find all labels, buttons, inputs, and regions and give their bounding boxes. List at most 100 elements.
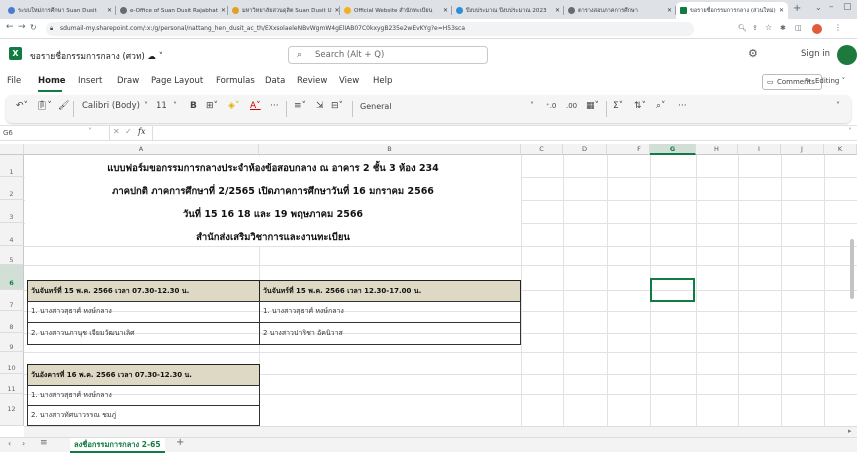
row-header[interactable]: 3: [0, 200, 24, 223]
column-header-f[interactable]: F: [629, 144, 650, 155]
font-name-select[interactable]: Calibri (Body): [82, 101, 140, 111]
tab-draw[interactable]: Draw: [117, 76, 139, 86]
column-header-c[interactable]: C: [521, 144, 563, 155]
new-tab-button[interactable]: +: [793, 3, 801, 14]
close-icon[interactable]: ✕: [552, 7, 560, 14]
sidebar-icon[interactable]: ◫: [795, 24, 802, 32]
search-input[interactable]: ⌕ Search (Alt + Q): [288, 46, 488, 64]
browser-tab[interactable]: e-Office of Suan Dusit Rajabhat ✕: [116, 2, 228, 19]
wrap-text-icon[interactable]: ⇲: [316, 101, 324, 111]
tab-page-layout[interactable]: Page Layout: [151, 76, 203, 86]
minimize-icon[interactable]: –: [829, 2, 834, 12]
editing-mode-button[interactable]: ✎ Editing ˅: [803, 74, 851, 90]
zoom-icon[interactable]: 🔍︎: [738, 24, 747, 32]
decrease-decimal-icon[interactable]: ⁺.0: [546, 102, 556, 110]
borders-icon[interactable]: ⊞˅: [206, 101, 218, 111]
chevron-down-icon[interactable]: ˅: [173, 101, 177, 110]
tab-review[interactable]: Review: [297, 76, 327, 86]
row-header[interactable]: 5: [0, 246, 24, 265]
restore-icon[interactable]: ▢: [843, 2, 852, 12]
font-size-select[interactable]: 11: [156, 101, 167, 111]
selected-cell[interactable]: [650, 278, 695, 302]
close-icon[interactable]: ✕: [218, 7, 226, 14]
cancel-icon[interactable]: ✕: [113, 127, 120, 136]
tab-insert[interactable]: Insert: [78, 76, 102, 86]
row-header[interactable]: 8: [0, 311, 24, 333]
column-header-b[interactable]: B: [259, 144, 521, 155]
url-input[interactable]: 🔒︎ sdumail-my.sharepoint.com/:x:/g/perso…: [46, 22, 694, 36]
tab-help[interactable]: Help: [373, 76, 392, 86]
row-header[interactable]: 4: [0, 223, 24, 246]
close-icon[interactable]: ✕: [440, 7, 448, 14]
sheet-tab[interactable]: ลงชื่อกรรมการกลาง 2-65: [70, 438, 165, 453]
find-icon[interactable]: ⌕˅: [656, 101, 666, 111]
all-sheets-icon[interactable]: ≡: [40, 438, 48, 448]
row-header-selected[interactable]: 6: [0, 265, 24, 290]
chevron-down-icon[interactable]: ˅: [530, 101, 534, 110]
autosum-icon[interactable]: Σ˅: [613, 101, 623, 111]
tab-data[interactable]: Data: [265, 76, 285, 86]
row-header[interactable]: 12: [0, 394, 24, 426]
name-box[interactable]: G6: [0, 126, 110, 140]
column-header-j[interactable]: J: [781, 144, 824, 155]
row-header[interactable]: 2: [0, 177, 24, 200]
font-color-icon[interactable]: A˅: [250, 101, 261, 111]
fill-color-icon[interactable]: ◈˅: [228, 101, 239, 111]
chevron-down-icon[interactable]: ˅: [144, 101, 148, 110]
spreadsheet-grid[interactable]: A B C D E F G H I J K 1 2 3 4 5 6 7 8 9 …: [0, 144, 857, 437]
tab-view[interactable]: View: [339, 76, 359, 86]
gear-icon[interactable]: ⚙: [748, 47, 758, 60]
close-icon[interactable]: ✕: [104, 7, 112, 14]
horizontal-scrollbar[interactable]: [24, 426, 857, 437]
chevron-down-icon[interactable]: ˅: [848, 127, 852, 136]
browser-tab[interactable]: Official Website สำนักทะเบียน ✕: [340, 2, 452, 19]
share-icon[interactable]: ⇪: [752, 24, 758, 32]
reload-icon[interactable]: ↻: [30, 23, 37, 32]
bold-button[interactable]: B: [190, 101, 197, 111]
number-format-select[interactable]: General: [360, 102, 392, 111]
row-header[interactable]: 11: [0, 374, 24, 394]
select-all-corner[interactable]: [0, 144, 24, 155]
chevron-down-icon[interactable]: ˅: [836, 101, 840, 110]
column-header-a[interactable]: A: [24, 144, 259, 155]
tab-home[interactable]: Home: [38, 76, 66, 86]
more-icon[interactable]: ···: [678, 101, 687, 111]
row-header[interactable]: 7: [0, 290, 24, 311]
row-header[interactable]: 9: [0, 333, 24, 352]
column-header-i[interactable]: I: [738, 144, 781, 155]
extensions-icon[interactable]: ✱: [780, 24, 786, 32]
browser-tab[interactable]: ระบบใหม่การศึกษา Suan Dusit ✕: [4, 2, 116, 19]
profile-icon[interactable]: [812, 24, 822, 34]
paste-icon[interactable]: 📋︎˅: [36, 101, 52, 111]
align-icon[interactable]: ≡˅: [294, 101, 306, 111]
browser-tab[interactable]: ปีงบประมาณ ปีงบประมาณ 2023 ✕: [452, 2, 564, 19]
back-icon[interactable]: ←: [6, 22, 14, 32]
undo-icon[interactable]: ↶˅: [16, 101, 28, 111]
document-title[interactable]: ขอรายชื่อกรรมการกลาง (ศวท) ☁ ˅: [30, 49, 163, 63]
browser-tab[interactable]: มหาวิทยาลัยสวนดุสิต Suan Dusit U ✕: [228, 2, 340, 19]
increase-decimal-icon[interactable]: .00: [566, 102, 577, 110]
add-sheet-button[interactable]: +: [176, 437, 184, 448]
scroll-right-icon[interactable]: ▸: [848, 427, 852, 435]
tab-file[interactable]: File: [7, 76, 21, 86]
tab-formulas[interactable]: Formulas: [216, 76, 255, 86]
bookmark-star-icon[interactable]: ☆: [765, 23, 772, 32]
browser-tab[interactable]: ตารางสอบภาคการศึกษา ✕: [564, 2, 676, 19]
format-painter-icon[interactable]: 🖌︎: [58, 101, 69, 111]
menu-dots-icon[interactable]: ⋮: [834, 23, 842, 32]
fx-icon[interactable]: fx: [138, 127, 145, 136]
more-icon[interactable]: ···: [270, 101, 279, 111]
merge-icon[interactable]: ⊟˅: [331, 101, 343, 111]
close-icon[interactable]: ✕: [776, 7, 784, 14]
chevron-down-icon[interactable]: ˅: [88, 127, 92, 136]
next-sheet-icon[interactable]: ›: [22, 439, 25, 448]
avatar[interactable]: [837, 45, 857, 65]
vertical-scrollbar[interactable]: [850, 239, 854, 299]
conditional-format-icon[interactable]: ▦˅: [586, 101, 599, 111]
browser-tab-active[interactable]: ขอรายชื่อกรรมการกลาง (ส่วนใหม่) ✕: [676, 2, 788, 19]
previous-sheet-icon[interactable]: ‹: [8, 439, 11, 448]
sign-in-link[interactable]: Sign in: [801, 49, 830, 59]
excel-app-icon[interactable]: X: [9, 47, 22, 60]
column-header-g[interactable]: G: [650, 144, 696, 155]
row-header[interactable]: 1: [0, 155, 24, 177]
